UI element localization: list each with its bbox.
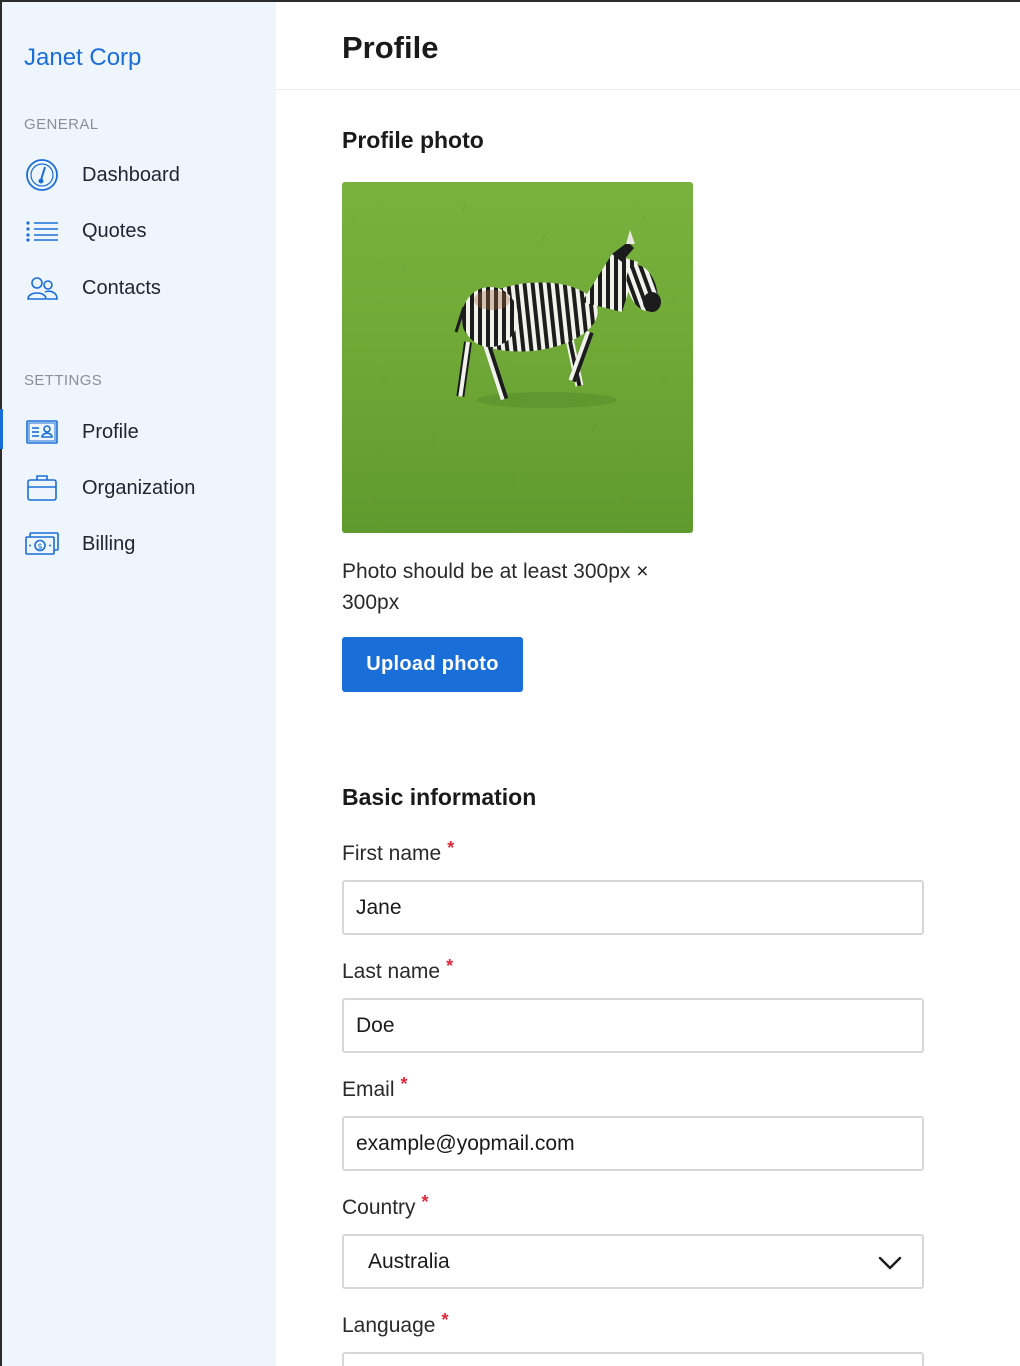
section-label-settings: SETTINGS xyxy=(24,372,103,389)
briefcase-icon xyxy=(24,470,60,506)
sidebar-item-organization[interactable]: Organization xyxy=(2,465,276,511)
first-name-field[interactable] xyxy=(342,880,924,935)
field-label-text: Email xyxy=(342,1078,395,1101)
sidebar-item-label: Quotes xyxy=(82,219,147,242)
language-select[interactable] xyxy=(342,1352,924,1366)
sidebar-item-label: Dashboard xyxy=(82,163,180,186)
basic-info-heading: Basic information xyxy=(342,784,537,810)
sidebar: Janet Corp GENERAL Dashboard Quotes Cont… xyxy=(0,2,276,1366)
sidebar-item-label: Billing xyxy=(82,532,136,555)
field-label-text: First name xyxy=(342,842,442,865)
field-label-text: Country xyxy=(342,1196,416,1219)
sidebar-item-label: Organization xyxy=(82,476,196,499)
sidebar-item-label: Profile xyxy=(82,420,139,443)
people-icon xyxy=(24,270,60,306)
email-field[interactable] xyxy=(342,1116,924,1171)
brand-link[interactable]: Janet Corp xyxy=(24,44,141,72)
required-asterisk: * xyxy=(446,956,454,976)
photo-size-hint: Photo should be at least 300px × 300px xyxy=(342,560,649,614)
sidebar-item-label: Contacts xyxy=(82,276,161,299)
profile-photo-heading: Profile photo xyxy=(342,127,484,153)
country-select[interactable]: Australia xyxy=(342,1234,924,1289)
required-asterisk: * xyxy=(421,1192,429,1212)
section-label-general: GENERAL xyxy=(24,116,99,133)
svg-text:$: $ xyxy=(37,542,42,551)
sidebar-item-quotes[interactable]: Quotes xyxy=(2,208,276,254)
required-asterisk: * xyxy=(400,1074,408,1094)
page-title: Profile xyxy=(342,30,439,65)
id-card-icon xyxy=(24,414,60,450)
country-select-value: Australia xyxy=(368,1249,450,1273)
chevron-down-icon xyxy=(876,1250,904,1274)
sidebar-item-billing[interactable]: $ Billing xyxy=(2,521,276,567)
gauge-icon xyxy=(24,157,60,193)
language-label: Language * xyxy=(342,1310,448,1338)
email-label: Email * xyxy=(342,1074,408,1102)
last-name-label: Last name * xyxy=(342,956,453,984)
banknote-icon: $ xyxy=(24,526,60,562)
required-asterisk: * xyxy=(441,1310,449,1330)
field-label-text: Language xyxy=(342,1314,436,1337)
last-name-field[interactable] xyxy=(342,998,924,1053)
page-header: Profile xyxy=(276,2,1020,90)
profile-photo xyxy=(342,182,693,533)
sidebar-item-dashboard[interactable]: Dashboard xyxy=(2,152,276,198)
required-asterisk: * xyxy=(447,838,455,858)
sidebar-item-contacts[interactable]: Contacts xyxy=(2,265,276,311)
country-label: Country * xyxy=(342,1192,429,1220)
sidebar-item-profile[interactable]: Profile xyxy=(0,409,276,455)
first-name-label: First name * xyxy=(342,838,454,866)
field-label-text: Last name xyxy=(342,960,441,983)
upload-photo-button[interactable]: Upload photo xyxy=(342,637,523,692)
list-icon xyxy=(24,213,60,249)
